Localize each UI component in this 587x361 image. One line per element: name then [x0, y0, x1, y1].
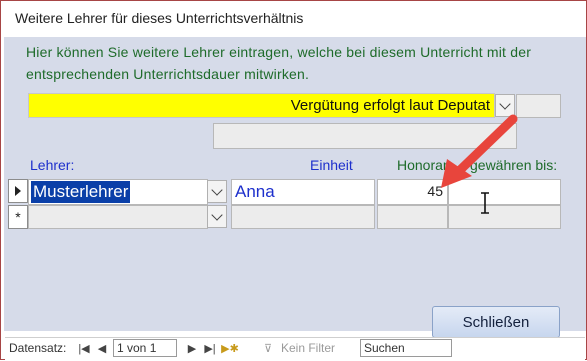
search-input[interactable]: Suchen [360, 339, 452, 357]
next-record-icon[interactable]: ▶ [185, 341, 199, 355]
filter-icon[interactable]: ⊽ [261, 341, 275, 355]
dialog-window: Weitere Lehrer für dieses Unterrichtsver… [0, 0, 587, 360]
record-position-input[interactable]: 1 von 1 [113, 339, 177, 357]
close-button[interactable]: Schließen [432, 306, 560, 338]
text-cursor-icon [481, 192, 489, 214]
record-label: Datensatz: [9, 341, 67, 355]
last-record-icon[interactable]: ▶| [203, 341, 217, 355]
annotation-arrow-shaft [452, 114, 518, 178]
previous-record-icon[interactable]: ◀ [95, 341, 109, 355]
first-record-icon[interactable]: |◀ [77, 341, 91, 355]
filter-status[interactable]: Kein Filter [281, 341, 335, 355]
record-navigation-bar: Datensatz: |◀ ◀ 1 von 1 ▶ ▶| ▶✱ ⊽ Kein F… [5, 337, 585, 360]
new-record-icon[interactable]: ▶✱ [221, 341, 239, 355]
